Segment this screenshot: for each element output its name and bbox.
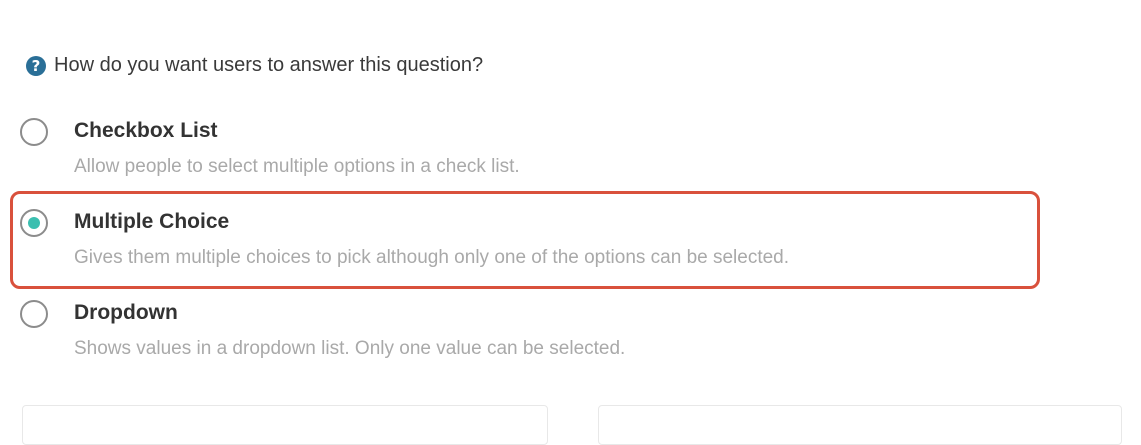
checkbox-list-radio[interactable] xyxy=(20,118,48,146)
preview-card-left xyxy=(22,405,548,445)
question-circle-icon[interactable]: ? xyxy=(26,55,46,76)
dropdown-description: Shows values in a dropdown list. Only on… xyxy=(74,338,626,359)
multiple-choice-label[interactable]: Multiple Choice xyxy=(74,210,229,234)
selected-option-highlight xyxy=(10,191,1040,289)
question-prompt: ? How do you want users to answer this q… xyxy=(26,54,483,77)
multiple-choice-radio[interactable] xyxy=(20,209,48,237)
dropdown-label[interactable]: Dropdown xyxy=(74,301,178,325)
preview-card-right xyxy=(598,405,1122,445)
radio-selected-dot xyxy=(28,217,40,229)
multiple-choice-description: Gives them multiple choices to pick alth… xyxy=(74,247,790,268)
checkbox-list-description: Allow people to select multiple options … xyxy=(74,156,520,177)
checkbox-list-label[interactable]: Checkbox List xyxy=(74,119,218,143)
question-text: How do you want users to answer this que… xyxy=(54,54,484,76)
dropdown-radio[interactable] xyxy=(20,300,48,328)
